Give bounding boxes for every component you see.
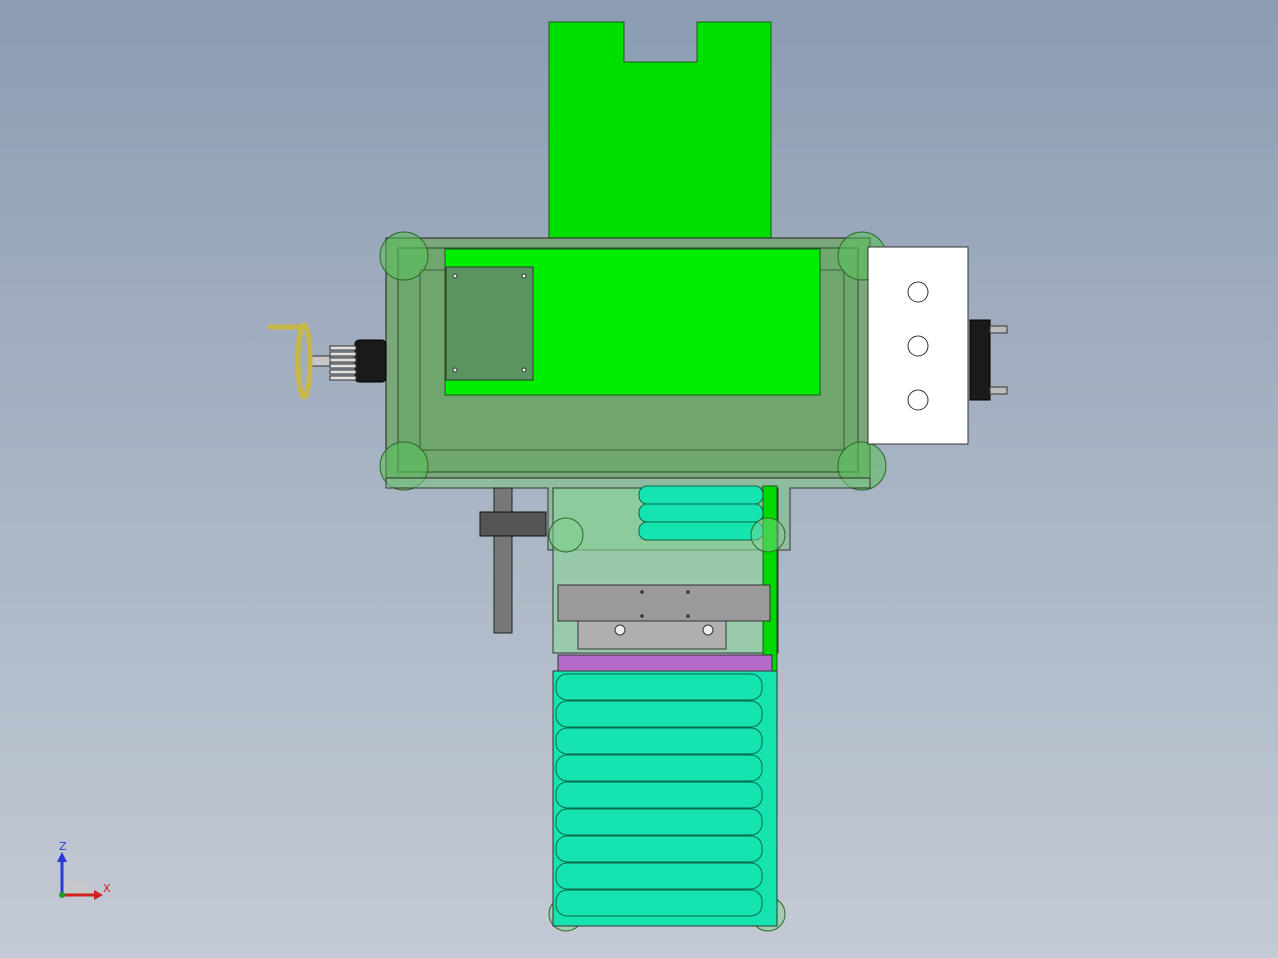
cutter-block[interactable] xyxy=(557,584,771,622)
screw-icon xyxy=(640,590,644,594)
screw-icon xyxy=(521,367,527,373)
axis-triad-icon: Z X xyxy=(57,840,111,900)
lower-rollers xyxy=(555,673,763,917)
bolt-icon xyxy=(614,624,626,636)
screw-icon xyxy=(452,273,458,279)
bolt-icon xyxy=(702,624,714,636)
cover-hole xyxy=(907,281,929,303)
cover-hole xyxy=(907,389,929,411)
upper-rollers xyxy=(638,485,764,541)
handwheel-icon[interactable] xyxy=(267,322,387,400)
screw-icon xyxy=(521,273,527,279)
corner-foot[interactable] xyxy=(379,231,429,281)
screw-icon xyxy=(640,614,644,618)
bracket-clamp xyxy=(479,511,547,537)
axis-x-label: X xyxy=(103,882,111,895)
purple-guide-strip[interactable] xyxy=(557,654,773,672)
connector-pin xyxy=(989,325,1008,334)
mounting-plate-small[interactable] xyxy=(445,266,534,381)
cad-viewport[interactable]: Z X xyxy=(0,0,1278,958)
top-mounting-plate[interactable] xyxy=(548,21,772,239)
cutter-base xyxy=(577,620,727,650)
connector-pin xyxy=(989,386,1008,395)
axis-z-label: Z xyxy=(59,840,67,853)
screw-icon xyxy=(686,590,690,594)
side-bracket[interactable] xyxy=(493,487,513,634)
cover-hole xyxy=(907,335,929,357)
motor-connector[interactable] xyxy=(969,319,991,401)
screw-icon xyxy=(452,367,458,373)
screw-icon xyxy=(686,614,690,618)
